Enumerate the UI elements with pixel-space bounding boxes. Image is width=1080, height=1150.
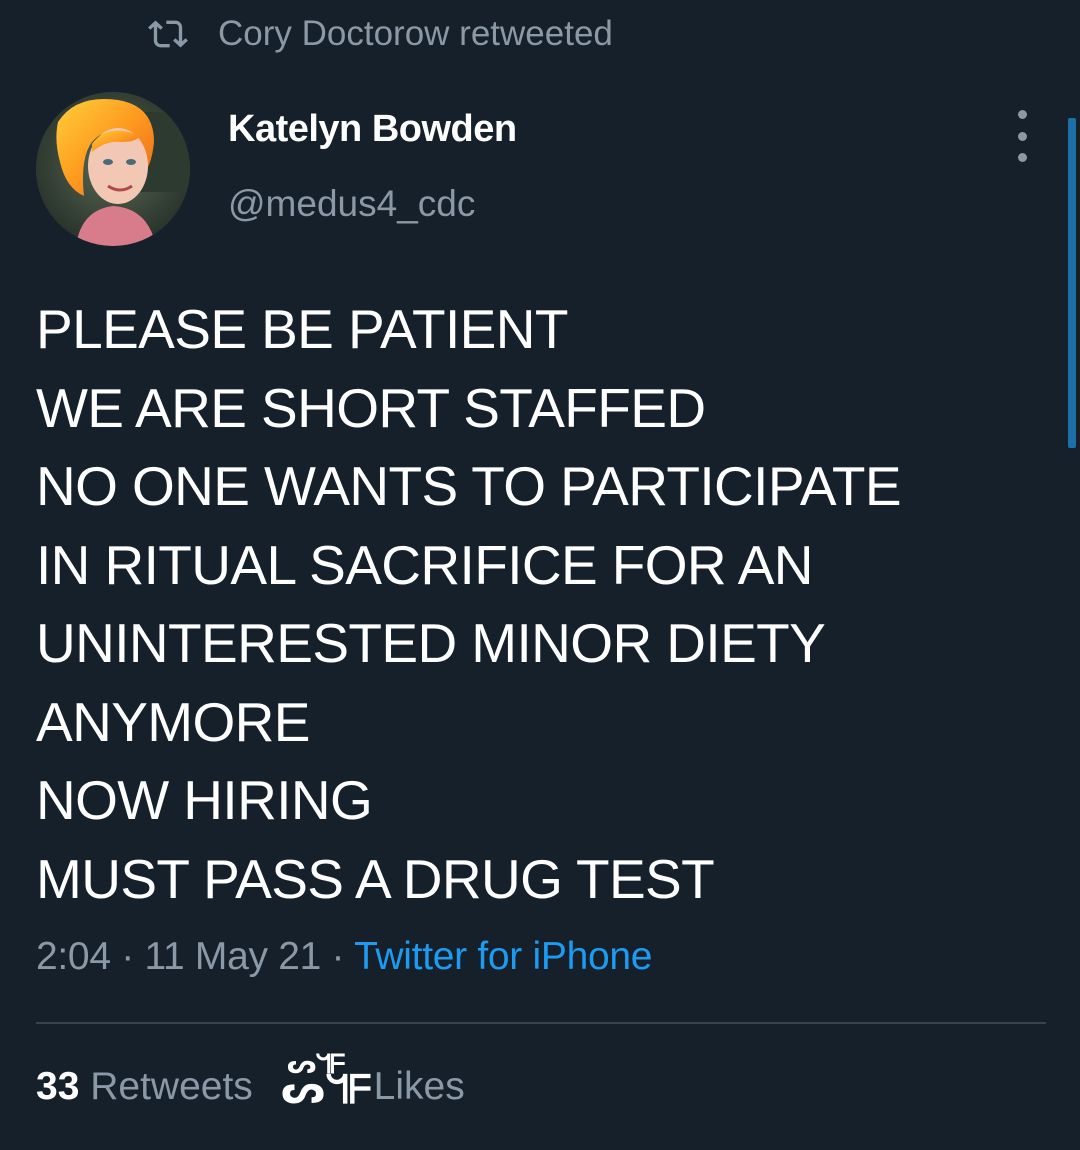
tweet-line: NO ONE WANTS TO PARTICIPATE (36, 455, 902, 517)
meta-separator: · (110, 935, 145, 978)
retweet-context-text: Cory Doctorow retweeted (218, 14, 613, 53)
tweet-text: PLEASE BE PATIENT WE ARE SHORT STAFFED N… (36, 290, 1046, 918)
more-options-button[interactable] (1006, 110, 1038, 162)
tweet-time[interactable]: 2:04 (36, 935, 111, 978)
scrollbar[interactable] (1068, 118, 1076, 448)
tweet-line: MUST PASS A DRUG TEST (36, 847, 715, 910)
divider (36, 1022, 1046, 1024)
likes-label: Likes (373, 1065, 465, 1108)
tweet-metadata: 2:04 · 11 May 21 · Twitter for iPhone (36, 935, 652, 979)
tweet-detail: Cory Doctorow retweeted Katelyn Bowden @… (0, 0, 1080, 1150)
tweet-line: WE ARE SHORT STAFFED (36, 376, 706, 439)
tweet-line: UNINTERESTED MINOR DIETY (36, 612, 826, 674)
author-handle[interactable]: @medus4_cdc (228, 183, 475, 225)
tweet-line: IN RITUAL SACRIFICE FOR AN (36, 533, 814, 596)
likes-count: ᔕᖻᖴ ᔕᖻᖴ (281, 1050, 372, 1113)
retweet-icon (148, 20, 188, 48)
retweet-context[interactable]: Cory Doctorow retweeted (148, 12, 613, 56)
tweet-line: ANYMORE (36, 690, 310, 753)
avatar[interactable] (36, 92, 190, 246)
tweet-stats: 33 Retweets ᔕᖻᖴ ᔕᖻᖴ Likes (36, 1050, 493, 1113)
likes-stat[interactable]: ᔕᖻᖴ ᔕᖻᖴ Likes (281, 1050, 465, 1113)
more-vertical-icon-dot (1017, 153, 1027, 162)
retweets-count: 33 (36, 1065, 80, 1108)
tweet-source-link[interactable]: Twitter for iPhone (354, 935, 652, 978)
retweets-stat[interactable]: 33 Retweets (36, 1065, 253, 1109)
author-name[interactable]: Katelyn Bowden (228, 108, 517, 151)
tweet-line: PLEASE BE PATIENT (36, 298, 568, 360)
profile-photo (36, 92, 190, 246)
tweet-line: NOW HIRING (36, 769, 373, 831)
retweets-label: Retweets (90, 1065, 253, 1108)
likes-count-overlay: ᔕᖻᖴ (286, 1050, 346, 1080)
meta-separator: · (321, 935, 355, 978)
more-vertical-icon (1017, 110, 1027, 119)
tweet-date[interactable]: 11 May 21 (144, 935, 321, 978)
more-vertical-icon-dot (1017, 131, 1027, 141)
